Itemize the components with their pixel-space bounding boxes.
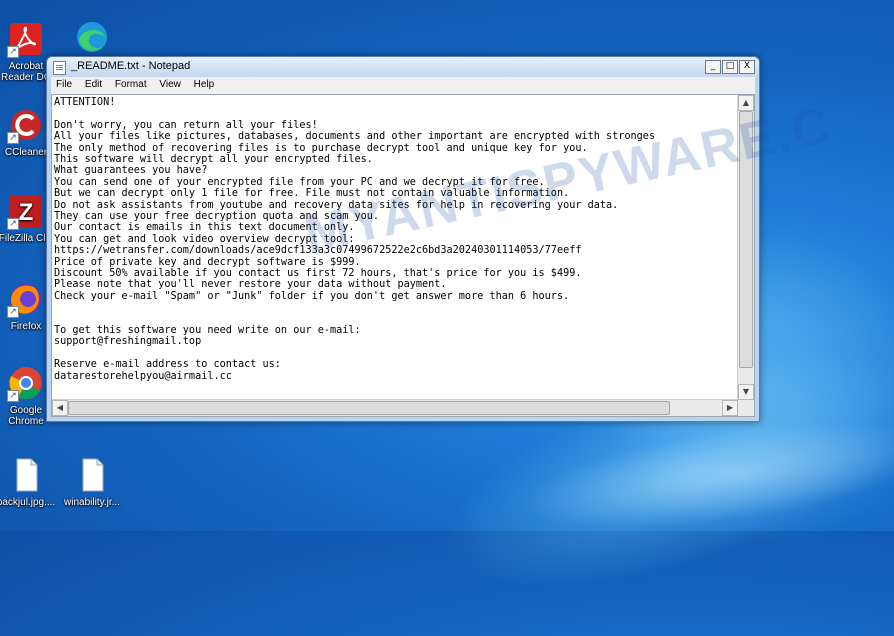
text-line: Don't worry, you can return all your fil…	[54, 119, 318, 131]
edge-icon	[73, 18, 111, 56]
desktop-icon-file-winability[interactable]: winability.jr...	[62, 456, 122, 508]
scroll-down-icon[interactable]: ▼	[738, 384, 754, 400]
menu-format[interactable]: Format	[110, 77, 152, 90]
menu-help[interactable]: Help	[189, 77, 220, 90]
text-line: datarestorehelpyou@airmail.cc	[54, 370, 232, 382]
scroll-right-icon[interactable]: ▶	[722, 400, 738, 416]
text-line: support@freshingmail.top	[54, 336, 202, 348]
desktop-icon-file-packjul[interactable]: packjul.jpg....	[0, 456, 56, 508]
text-line: But we can decrypt only 1 file for free.…	[54, 188, 570, 200]
text-line: https://wetransfer.com/downloads/ace9dcf…	[54, 245, 582, 257]
svg-text:Z: Z	[19, 199, 34, 226]
text-line: You can send one of your encrypted file …	[54, 176, 545, 188]
close-button[interactable]: X	[739, 60, 755, 74]
maximize-button[interactable]: □	[722, 60, 738, 74]
scroll-up-icon[interactable]: ▲	[738, 95, 754, 111]
text-editor[interactable]: ATTENTION! Don't worry, you can return al…	[51, 94, 755, 417]
text-area[interactable]: ATTENTION! Don't worry, you can return al…	[52, 95, 738, 400]
text-line: They can use your free decryption quota …	[54, 211, 380, 222]
file-icon	[73, 456, 111, 494]
desktop-icon-label: packjul.jpg....	[0, 497, 56, 508]
horizontal-scrollbar[interactable]: ◀ ▶	[52, 399, 738, 416]
text-line: Discount 50% available if you contact us…	[54, 268, 582, 279]
title-bar[interactable]: _README.txt - Notepad _ □ X	[47, 57, 759, 77]
notepad-window: _README.txt - Notepad _ □ X File Edit Fo…	[46, 56, 760, 422]
chrome-icon: ↗	[7, 364, 45, 402]
text-line: Please note that you'll never restore yo…	[54, 279, 447, 291]
text-line: ATTENTION!	[54, 97, 116, 108]
text-line: Our contact is emails in this text docum…	[54, 222, 355, 234]
text-line: The only method of recovering files is t…	[54, 142, 588, 154]
scroll-left-icon[interactable]: ◀	[52, 400, 68, 416]
text-line: Reserve e-mail address to contact us:	[54, 359, 281, 371]
desktop-icon-label: winability.jr...	[64, 497, 120, 508]
size-grip[interactable]	[738, 400, 754, 416]
notepad-icon	[53, 61, 66, 75]
text-line: Check your e-mail "Spam" or "Junk" folde…	[54, 290, 570, 302]
horizontal-scroll-thumb[interactable]	[68, 401, 670, 415]
menu-file[interactable]: File	[51, 77, 77, 90]
vertical-scrollbar[interactable]: ▲ ▼	[737, 95, 754, 400]
text-line: Price of private key and decrypt softwar…	[54, 256, 361, 268]
window-title: _README.txt - Notepad	[71, 60, 191, 72]
text-line: All your files like pictures, databases,…	[54, 131, 656, 143]
desktop-icon-edge[interactable]	[62, 18, 122, 59]
file-icon	[7, 456, 45, 494]
wallpaper-glow	[515, 401, 894, 549]
filezilla-icon: Z ↗	[7, 192, 45, 230]
firefox-icon: ↗	[7, 280, 45, 318]
menu-view[interactable]: View	[154, 77, 186, 90]
text-line: To get this software you need write on o…	[54, 325, 361, 336]
text-line: What guarantees you have?	[54, 165, 208, 177]
ccleaner-icon: ↗	[7, 106, 45, 144]
text-line: Do not ask assistants from youtube and r…	[54, 199, 619, 211]
acrobat-icon: ↗	[7, 20, 45, 58]
text-line: This software will decrypt all your encr…	[54, 154, 373, 165]
minimize-button[interactable]: _	[705, 60, 721, 74]
menu-edit[interactable]: Edit	[80, 77, 107, 90]
vertical-scroll-thumb[interactable]	[739, 111, 753, 368]
text-line: You can get and look video overview decr…	[54, 233, 355, 245]
menu-bar: File Edit Format View Help	[51, 77, 755, 94]
